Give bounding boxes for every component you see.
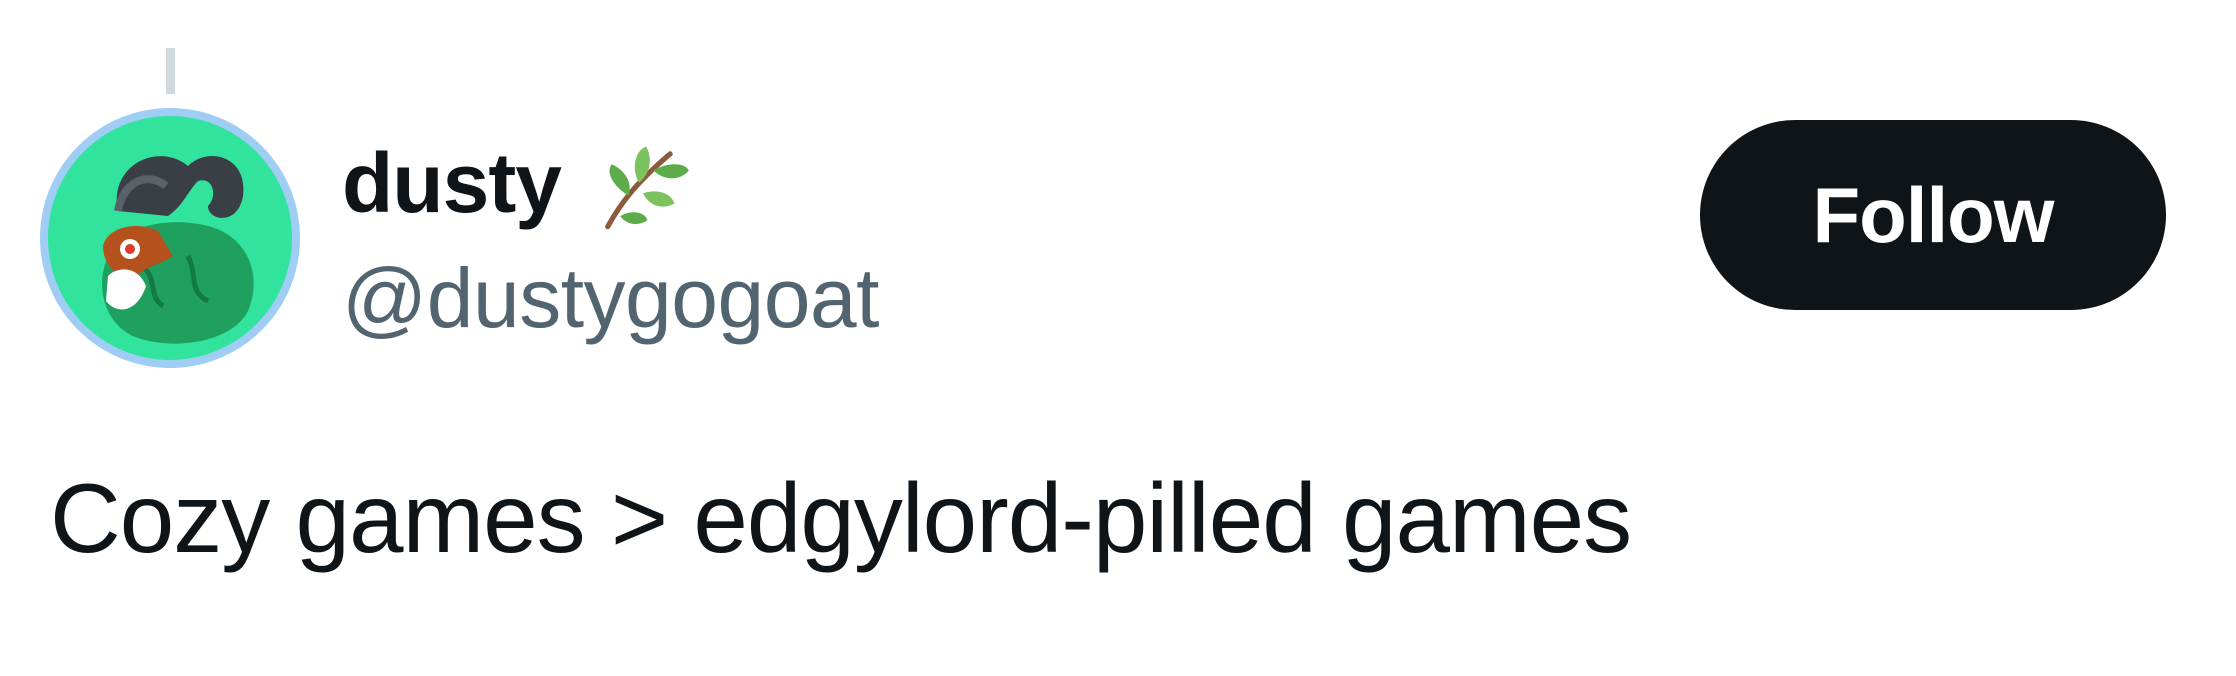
display-name[interactable]: dusty [342,135,562,232]
author-name-row[interactable]: dusty [342,128,693,238]
follow-button[interactable]: Follow [1700,120,2166,310]
goat-avatar-icon [102,156,254,344]
avatar[interactable] [40,108,300,368]
tweet-text: Cozy games > edgylord-pilled games [50,463,1632,573]
leaf-branch-icon [589,131,693,235]
thread-connector-line [166,48,175,94]
user-handle[interactable]: @dustygogoat [342,250,879,347]
